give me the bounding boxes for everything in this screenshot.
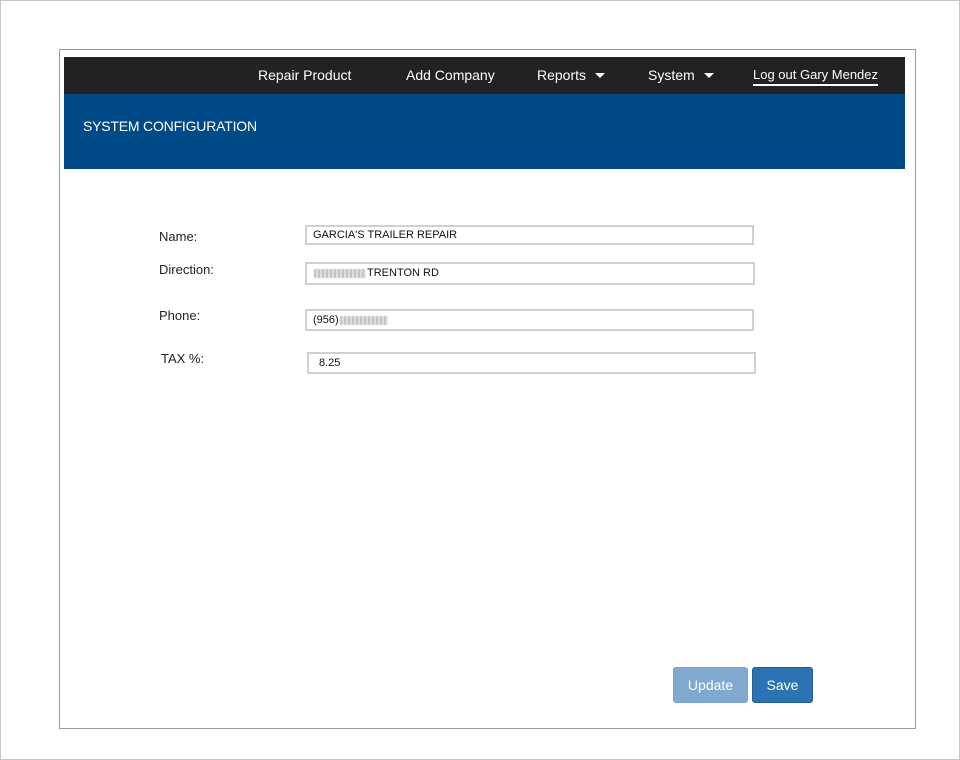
redacted-text	[314, 268, 366, 278]
save-button[interactable]: Save	[752, 667, 813, 703]
redacted-text	[339, 315, 388, 325]
tax-label: TAX %:	[161, 351, 205, 366]
name-label: Name:	[159, 229, 198, 244]
nav-reports-label: Reports	[537, 67, 587, 83]
name-field[interactable]: GARCIA'S TRAILER REPAIR	[305, 225, 754, 245]
nav-reports-dropdown[interactable]: Reports	[537, 57, 606, 94]
nav-system-dropdown[interactable]: System	[648, 57, 714, 94]
tax-field[interactable]: 8.25	[307, 352, 756, 374]
direction-field[interactable]: TRENTON RD	[305, 262, 755, 285]
direction-value: TRENTON RD	[367, 267, 439, 279]
app-window: Repair Product Add Company Reports Syste…	[59, 49, 916, 729]
direction-label: Direction:	[159, 262, 214, 277]
phone-label: Phone:	[159, 308, 201, 323]
page-header-banner: SYSTEM CONFIGURATION	[64, 94, 905, 169]
update-button[interactable]: Update	[673, 667, 748, 703]
phone-value: (956)	[313, 314, 339, 326]
caret-down-icon	[595, 72, 606, 78]
logout-link[interactable]: Log out Gary Mendez	[753, 66, 879, 86]
caret-down-icon	[703, 72, 714, 78]
page-title: SYSTEM CONFIGURATION	[83, 118, 257, 134]
name-value: GARCIA'S TRAILER REPAIR	[313, 229, 458, 241]
phone-field[interactable]: (956)	[305, 309, 754, 331]
nav-system-label: System	[648, 67, 695, 83]
nav-repair-product[interactable]: Repair Product	[258, 57, 351, 94]
tax-value: 8.25	[319, 357, 341, 369]
top-navbar: Repair Product Add Company Reports Syste…	[64, 57, 905, 94]
nav-add-company[interactable]: Add Company	[406, 57, 495, 94]
